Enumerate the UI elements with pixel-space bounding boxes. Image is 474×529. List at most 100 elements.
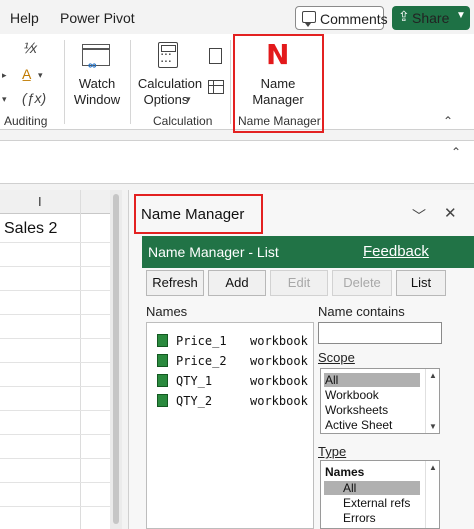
comments-label: Comments <box>320 11 388 27</box>
scope-option[interactable]: Workbook <box>325 388 379 402</box>
grid-line <box>0 434 110 435</box>
watch-label-line1: Watch <box>78 76 116 91</box>
highlight-box <box>233 34 324 133</box>
list-button[interactable]: List <box>396 270 446 296</box>
menu-help[interactable]: Help <box>10 10 39 26</box>
type-listbox[interactable]: Names All External refs Errors ▲ <box>320 460 440 529</box>
list-item[interactable]: Price_1 workbook <box>157 334 308 352</box>
name-text: QTY_2 <box>176 394 213 408</box>
chevron-down-icon: ▾ <box>186 94 191 104</box>
list-item[interactable]: QTY_1 workbook <box>157 374 308 392</box>
type-option[interactable]: All <box>343 481 356 495</box>
scope-option[interactable]: Active Sheet <box>325 418 392 432</box>
chevron-down-icon[interactable]: ▼ <box>456 10 466 21</box>
scope-option[interactable]: Worksheets <box>325 403 388 417</box>
scroll-up-icon[interactable]: ▲ <box>429 371 437 380</box>
close-icon[interactable]: ✕ <box>444 204 457 222</box>
named-range-icon <box>157 374 168 387</box>
named-range-icon <box>157 394 168 407</box>
chevron-down-icon[interactable]: ▾ <box>38 70 43 81</box>
comment-icon <box>302 11 316 27</box>
named-range-icon <box>157 354 168 367</box>
chevron-up-icon[interactable]: ⌃ <box>451 145 461 159</box>
scope-label: Scope <box>318 350 355 365</box>
name-text: QTY_1 <box>176 374 213 388</box>
collapse-ribbon-icon[interactable]: ⌃ <box>443 114 453 128</box>
name-text: Price_2 <box>176 354 227 368</box>
selection-highlight <box>324 373 420 387</box>
scope-listbox[interactable]: All Workbook Worksheets Active Sheet ▲ ▼ <box>320 368 440 434</box>
add-button[interactable]: Add <box>208 270 266 296</box>
grid-line <box>0 290 110 291</box>
error-checking-icon[interactable]: A̲ <box>22 66 31 82</box>
scroll-up-icon[interactable]: ▲ <box>429 463 437 472</box>
name-manager-header: Name Manager - List Feedback <box>142 236 474 268</box>
calc-label-line1: Calculation <box>137 76 203 91</box>
worksheet-grid[interactable]: I Sales 2 <box>0 190 110 529</box>
refresh-button[interactable]: Refresh <box>146 270 204 296</box>
chevron-down-icon[interactable]: ▾ <box>2 94 7 105</box>
type-group-heading: Names <box>325 465 365 479</box>
group-divider <box>64 40 65 124</box>
column-header-label: I <box>38 194 42 209</box>
name-scope: workbook <box>250 334 308 348</box>
menu-power-pivot[interactable]: Power Pivot <box>60 10 135 26</box>
type-option[interactable]: External refs <box>343 496 410 510</box>
name-scope: workbook <box>250 374 308 388</box>
name-text: Price_1 <box>176 334 227 348</box>
selection-highlight <box>324 481 420 495</box>
column-header[interactable]: I <box>0 190 110 214</box>
chevron-down-icon[interactable]: ﹀ <box>412 206 426 226</box>
grid-line <box>0 482 110 483</box>
delete-button[interactable]: Delete <box>332 270 392 296</box>
feedback-link[interactable]: Feedback <box>363 243 429 260</box>
watch-label-line2: Window <box>73 92 121 107</box>
edit-button[interactable]: Edit <box>270 270 328 296</box>
grid-line <box>0 314 110 315</box>
type-scrollbar[interactable]: ▲ <box>425 461 439 528</box>
menu-bar: Help Power Pivot Comments ⇪ Share ▼ <box>0 0 474 34</box>
grid-line <box>0 458 110 459</box>
trace-arrow-icon[interactable]: ▸ <box>2 70 7 81</box>
calculate-sheet-icon[interactable] <box>208 80 224 94</box>
calculator-icon <box>158 42 178 68</box>
grid-line <box>0 338 110 339</box>
name-contains-label: Name contains <box>318 304 405 319</box>
names-list[interactable]: Price_1 workbook Price_2 workbook QTY_1 wor… <box>146 322 314 529</box>
header-title: Name Manager - List <box>148 244 279 260</box>
scope-option[interactable]: All <box>325 373 338 387</box>
type-label: Type <box>318 444 347 459</box>
list-item[interactable]: QTY_2 workbook <box>157 394 308 412</box>
comments-button[interactable]: Comments <box>295 6 388 30</box>
formula-bar[interactable]: ⌃ <box>0 140 474 184</box>
group-label-auditing: Auditing <box>4 114 48 128</box>
grid-line <box>0 386 110 387</box>
grid-line <box>0 266 110 267</box>
group-divider <box>130 40 131 124</box>
calculate-now-icon[interactable] <box>209 48 222 64</box>
share-icon: ⇪ <box>398 8 410 24</box>
type-option[interactable]: Errors <box>343 511 376 525</box>
cell-sales-2[interactable]: Sales 2 <box>4 220 57 238</box>
named-range-icon <box>157 334 168 347</box>
scope-scrollbar[interactable]: ▲ ▼ <box>425 369 439 433</box>
name-contains-input[interactable] <box>318 322 442 344</box>
group-label-calculation: Calculation <box>153 114 213 128</box>
grid-line <box>0 362 110 363</box>
group-divider <box>230 40 231 124</box>
highlight-box <box>134 194 263 234</box>
share-label: Share <box>412 10 450 26</box>
name-scope: workbook <box>250 354 308 368</box>
evaluate-formula-icon[interactable]: (ƒx) <box>22 90 46 106</box>
grid-line <box>0 242 110 243</box>
grid-line <box>0 410 110 411</box>
names-label: Names <box>146 304 188 319</box>
grid-line <box>80 190 81 529</box>
share-button[interactable]: ⇪ Share ▼ <box>392 6 470 30</box>
pane-splitter-scrollbar[interactable] <box>110 190 122 529</box>
name-scope: workbook <box>250 394 308 408</box>
list-item[interactable]: Price_2 workbook <box>157 354 308 372</box>
grid-line <box>0 506 110 507</box>
show-formulas-icon[interactable]: ⅟x <box>22 40 37 57</box>
scroll-down-icon[interactable]: ▼ <box>429 422 437 431</box>
